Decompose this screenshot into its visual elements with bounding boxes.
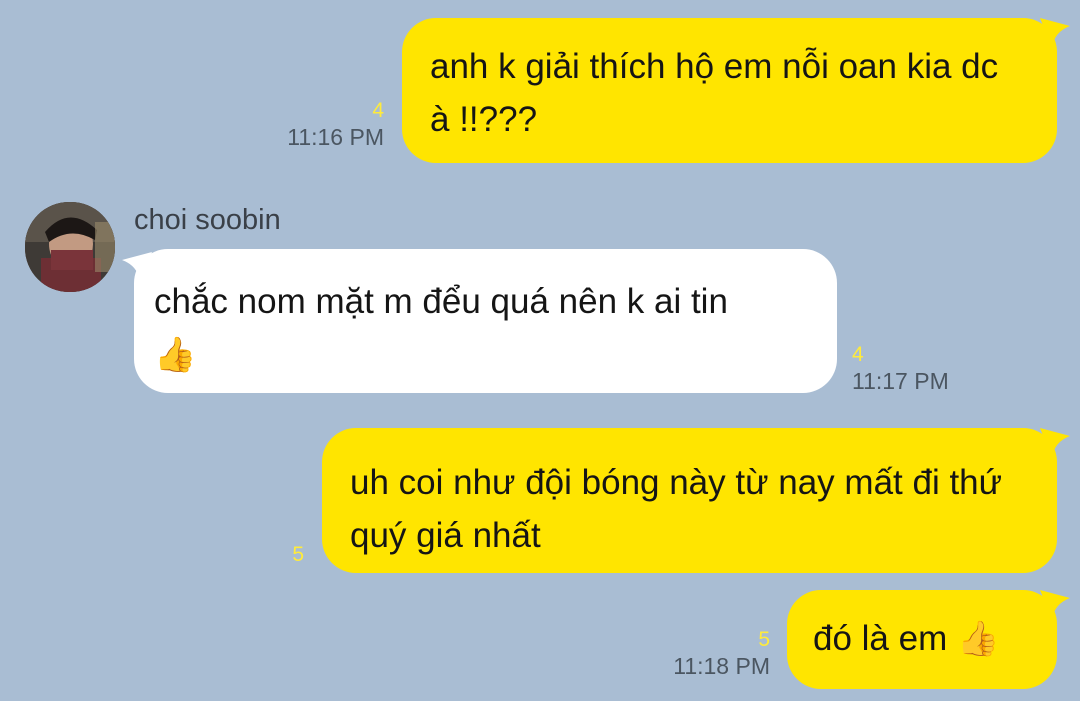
thumbs-up-icon: 👍 bbox=[154, 335, 197, 375]
message-time: 11:16 PM bbox=[287, 124, 384, 150]
unread-count: 5 bbox=[758, 628, 770, 651]
bubble-tail bbox=[1040, 428, 1070, 458]
message-meta: 5 11:18 PM bbox=[640, 628, 770, 680]
thumbs-up-icon: 👍 bbox=[956, 619, 1000, 659]
outgoing-message-bubble[interactable]: đó là em 👍 bbox=[787, 590, 1057, 689]
message-meta: 5 bbox=[260, 543, 304, 567]
message-time: 11:17 PM bbox=[852, 368, 949, 394]
message-text: chắc nom mặt m đểu quá nên k ai tin bbox=[154, 282, 728, 321]
unread-count: 4 bbox=[852, 343, 864, 366]
message-meta: 4 11:17 PM bbox=[852, 343, 992, 395]
message-text: uh coi như đội bóng này từ nay mất đi th… bbox=[350, 463, 1003, 555]
message-time: 11:18 PM bbox=[673, 653, 770, 679]
incoming-message-bubble[interactable]: chắc nom mặt m đểu quá nên k ai tin 👍 bbox=[134, 249, 837, 393]
avatar[interactable] bbox=[25, 202, 115, 292]
unread-count: 5 bbox=[292, 543, 304, 566]
message-meta: 4 11:16 PM bbox=[260, 99, 384, 151]
outgoing-message-bubble[interactable]: uh coi như đội bóng này từ nay mất đi th… bbox=[322, 428, 1057, 573]
message-text: anh k giải thích hộ em nỗi oan kia dc à … bbox=[430, 47, 999, 139]
chat-area: 4 11:16 PM anh k giải thích hộ em nỗi oa… bbox=[0, 0, 1080, 701]
sender-name: choi soobin bbox=[134, 204, 281, 236]
unread-count: 4 bbox=[372, 99, 384, 122]
message-text: đó là em bbox=[813, 619, 948, 658]
bubble-tail bbox=[1040, 590, 1070, 620]
outgoing-message-bubble[interactable]: anh k giải thích hộ em nỗi oan kia dc à … bbox=[402, 18, 1057, 163]
avatar-image bbox=[25, 202, 115, 292]
bubble-tail bbox=[1040, 18, 1070, 48]
